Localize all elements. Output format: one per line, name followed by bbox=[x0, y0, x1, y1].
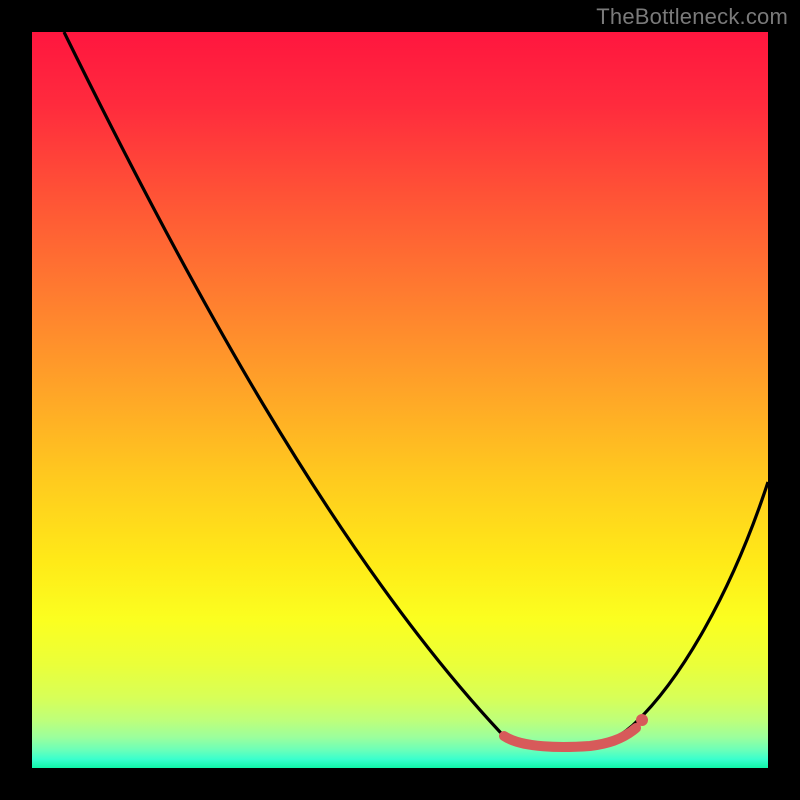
marker-dot bbox=[636, 714, 648, 726]
gradient-background bbox=[32, 32, 768, 768]
plot-area bbox=[32, 32, 768, 768]
chart-svg bbox=[32, 32, 768, 768]
watermark: TheBottleneck.com bbox=[596, 4, 788, 30]
chart-container: TheBottleneck.com bbox=[0, 0, 800, 800]
